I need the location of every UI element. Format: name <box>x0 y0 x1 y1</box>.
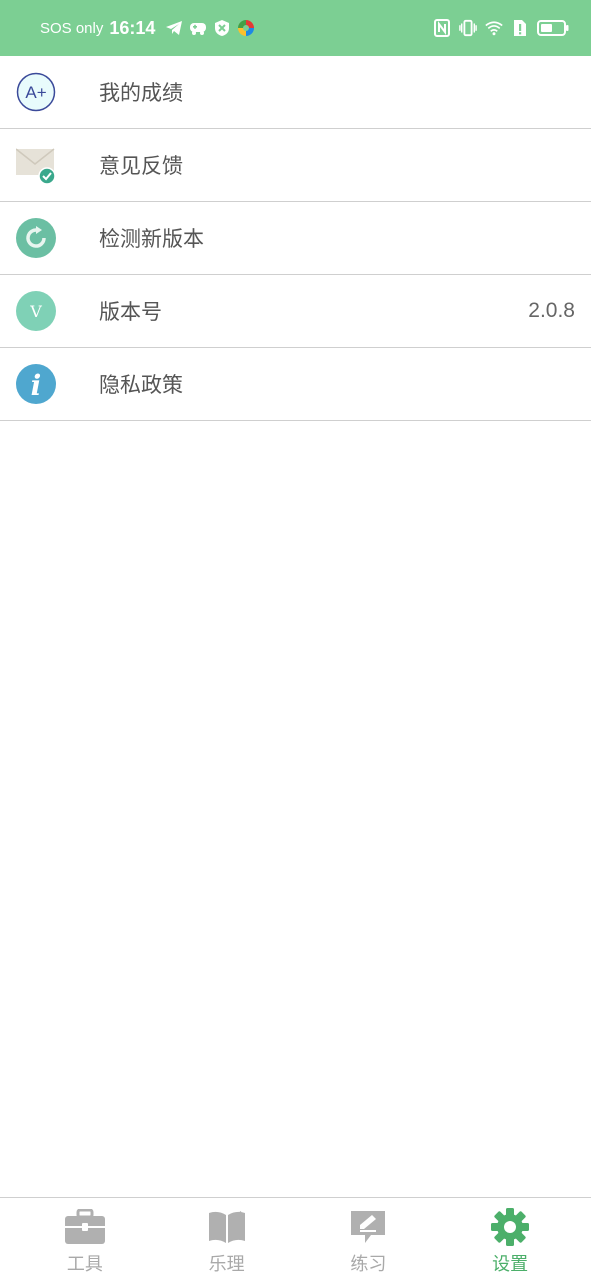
carrier-text: SOS only <box>40 19 104 37</box>
tab-tools[interactable]: 工具 <box>0 1198 156 1280</box>
menu-label: 意见反馈 <box>99 154 183 178</box>
menu-item-feedback[interactable]: 意见反馈 <box>0 129 591 202</box>
tab-music-theory[interactable]: 乐理 <box>156 1198 298 1280</box>
menu-item-privacy-policy[interactable]: i 隐私政策 <box>0 348 591 421</box>
menu-item-version[interactable]: V 版本号 2.0.8 <box>0 275 591 348</box>
version-v-icon: V <box>16 291 56 331</box>
menu-item-my-grades[interactable]: A+ 我的成绩 <box>0 56 591 129</box>
status-bar: SOS only 16:14 <box>0 0 591 56</box>
gear-icon <box>489 1208 531 1246</box>
tab-label: 乐理 <box>208 1254 245 1275</box>
settings-menu: A+ 我的成绩 意见反馈 检测新版本 V 版本号 2.0.8 i 隐私政策 <box>0 56 591 421</box>
edit-note-icon <box>347 1208 389 1246</box>
info-icon: i <box>16 364 56 404</box>
browser-icon <box>237 19 255 37</box>
menu-label: 检测新版本 <box>99 227 204 251</box>
menu-item-check-update[interactable]: 检测新版本 <box>0 202 591 275</box>
bottom-tab-bar: 工具 乐理 练习 设置 <box>0 1197 591 1280</box>
book-icon <box>206 1208 248 1246</box>
menu-label: 版本号 <box>99 300 162 324</box>
tab-practice[interactable]: 练习 <box>298 1198 440 1280</box>
tab-settings[interactable]: 设置 <box>439 1198 591 1280</box>
vibrate-icon <box>459 19 477 37</box>
version-number: 2.0.8 <box>528 299 575 322</box>
menu-label: 我的成绩 <box>99 81 183 105</box>
telegram-icon <box>165 19 183 37</box>
nfc-icon <box>433 19 451 37</box>
status-bar-left: SOS only 16:14 <box>40 18 255 39</box>
menu-label: 隐私政策 <box>99 373 183 397</box>
svg-text:i: i <box>31 369 42 402</box>
toolbox-icon <box>64 1208 106 1246</box>
sim-alert-icon <box>511 19 529 37</box>
tab-label: 设置 <box>492 1254 529 1275</box>
wifi-icon <box>485 19 503 37</box>
shield-icon <box>213 19 231 37</box>
game-controller-icon <box>189 19 207 37</box>
tab-label: 工具 <box>66 1254 103 1275</box>
mail-check-icon <box>16 145 56 185</box>
svg-text:A+: A+ <box>25 83 46 102</box>
clock-time: 16:14 <box>109 17 156 38</box>
svg-text:V: V <box>29 302 42 321</box>
tab-label: 练习 <box>350 1254 387 1275</box>
grade-a-plus-icon: A+ <box>16 72 56 112</box>
battery-icon <box>537 19 569 37</box>
status-bar-right <box>433 19 569 37</box>
refresh-icon <box>16 218 56 258</box>
